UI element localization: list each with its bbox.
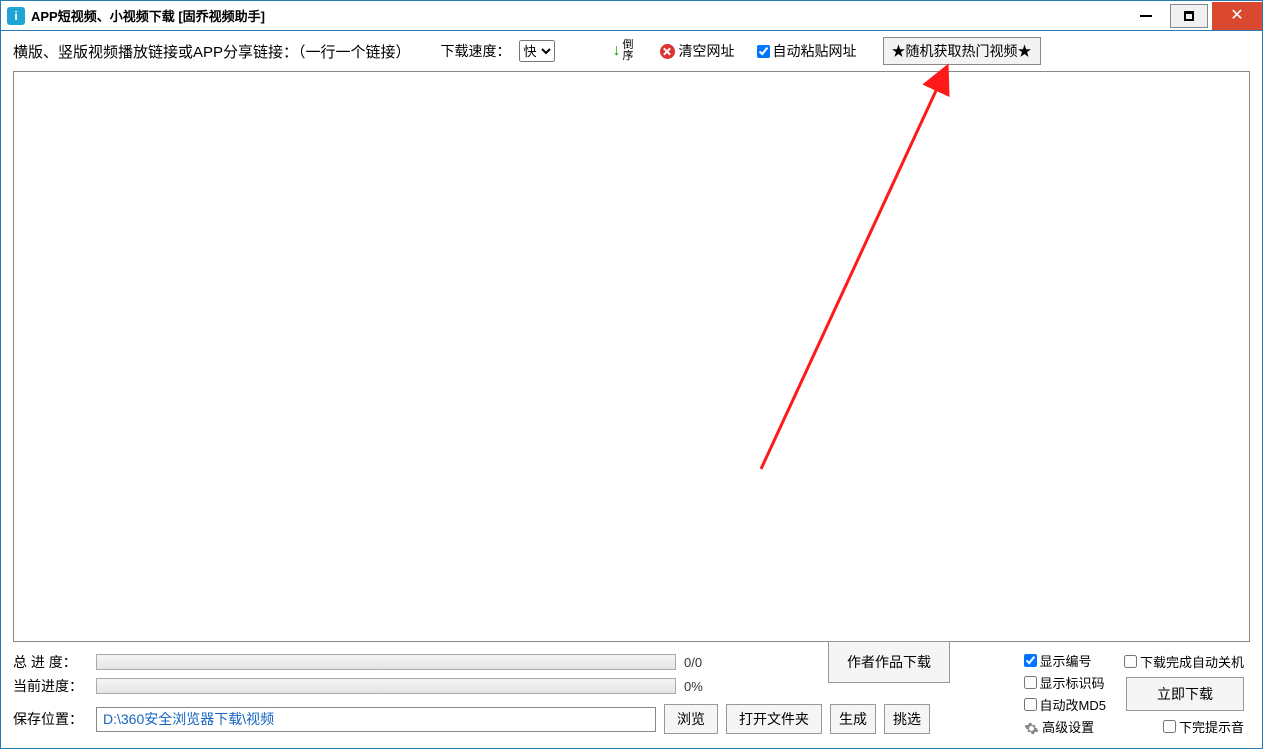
speed-select[interactable]: 快 [519,40,555,62]
url-hint-label: 横版、竖版视频播放链接或APP分享链接：（一行一个链接） [13,41,411,62]
close-circle-icon [660,44,675,59]
maximize-button[interactable] [1170,4,1208,28]
title-bar: i APP短视频、小视频下载 [固乔视频助手] ✕ [1,1,1262,31]
auto-paste-checkbox[interactable]: 自动粘贴网址 [757,41,857,61]
main-area [1,71,1262,646]
generate-button[interactable]: 生成 [830,704,876,734]
random-hot-video-button[interactable]: ★随机获取热门视频★ [883,37,1041,65]
speed-label: 下载速度： [441,41,511,61]
current-progress-text: 0% [684,679,703,694]
toolbar: 横版、竖版视频播放链接或APP分享链接：（一行一个链接） 下载速度： 快 ↓ 倒… [1,31,1262,71]
current-progress-label: 当前进度： [13,676,88,696]
gear-icon [1024,721,1039,736]
total-progress-bar [96,654,676,670]
show-number-checkbox[interactable]: 显示编号 [1024,651,1106,670]
clear-url-button[interactable]: 清空网址 [660,41,735,61]
current-progress-bar [96,678,676,694]
app-icon: i [7,7,25,25]
save-path-label: 保存位置： [13,709,88,729]
app-window: i APP短视频、小视频下载 [固乔视频助手] ✕ 横版、竖版视频播放链接或AP… [0,0,1263,749]
browse-button[interactable]: 浏览 [664,704,718,734]
down-arrow-icon: ↓ [613,42,621,60]
display-options: 显示编号 显示标识码 自动改MD5 高级设置 [1024,651,1106,736]
auto-shutdown-checkbox[interactable]: 下载完成自动关机 [1124,652,1244,671]
reverse-order-button[interactable]: ↓ 倒 序 [613,40,634,62]
url-textarea[interactable] [13,71,1250,642]
total-progress-label: 总 进 度： [13,652,88,672]
sound-done-checkbox[interactable]: 下完提示音 [1163,717,1244,736]
advanced-settings-button[interactable]: 高级设置 [1024,717,1106,736]
auto-paste-input[interactable] [757,45,770,58]
auto-md5-checkbox[interactable]: 自动改MD5 [1024,695,1106,714]
show-id-checkbox[interactable]: 显示标识码 [1024,673,1106,692]
open-folder-button[interactable]: 打开文件夹 [726,704,822,734]
total-progress-text: 0/0 [684,655,702,670]
right-options: 显示编号 显示标识码 自动改MD5 高级设置 下载完成自动关机 立即下载 下完提… [1024,651,1244,736]
minimize-button[interactable] [1126,2,1166,30]
window-title: APP短视频、小视频下载 [固乔视频助手] [31,6,265,25]
save-path-input[interactable] [96,707,656,732]
pick-button[interactable]: 挑选 [884,704,930,734]
window-controls: ✕ [1126,2,1262,30]
author-works-download-button[interactable]: 作者作品下载 [828,641,950,683]
download-now-button[interactable]: 立即下载 [1126,677,1244,711]
close-button[interactable]: ✕ [1212,2,1262,30]
